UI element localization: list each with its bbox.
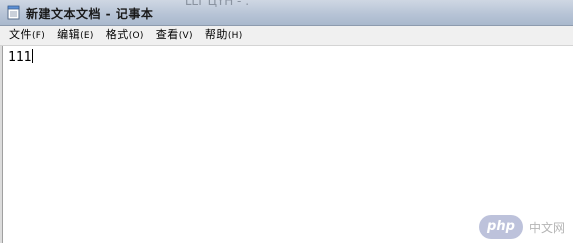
menu-edit-label: 编辑 — [57, 28, 81, 41]
menu-edit-shortcut: (E) — [80, 31, 94, 41]
php-cn-watermark: php 中文网 — [478, 215, 565, 239]
menu-view-shortcut: (V) — [178, 31, 193, 41]
menu-help[interactable]: 帮助(H) — [199, 26, 249, 45]
title-bar[interactable]: ԼLT ЦYН - . 新建文本文档 - 记事本 — [0, 0, 573, 26]
window-title: 新建文本文档 - 记事本 — [26, 7, 154, 21]
menu-help-shortcut: (H) — [227, 31, 243, 41]
text-caret — [32, 49, 34, 63]
menu-view-label: 查看 — [155, 28, 179, 41]
menu-format-shortcut: (O) — [128, 31, 144, 41]
menu-view[interactable]: 查看(V) — [150, 26, 199, 45]
editor-text-line: 111 — [8, 49, 34, 65]
text-editor-area[interactable]: 111 php 中文网 — [2, 46, 573, 243]
menu-file[interactable]: 文件(F) — [0, 26, 51, 45]
editor-content: 111 — [8, 50, 32, 65]
notepad-window: ԼLT ЦYН - . 新建文本文档 - 记事本 文件(F) 编辑(E) 格式(… — [0, 0, 573, 243]
notepad-icon — [7, 5, 20, 20]
menu-bar: 文件(F) 编辑(E) 格式(O) 查看(V) 帮助(H) — [0, 26, 573, 46]
menu-format-label: 格式 — [105, 28, 129, 41]
background-residue-text: ԼLT ЦYН - . — [185, 0, 250, 8]
menu-help-label: 帮助 — [204, 28, 228, 41]
menu-file-shortcut: (F) — [32, 31, 46, 41]
menu-file-label: 文件 — [9, 28, 32, 41]
menu-edit[interactable]: 编辑(E) — [51, 26, 100, 45]
watermark-site-text: 中文网 — [528, 220, 565, 235]
menu-format[interactable]: 格式(O) — [100, 26, 150, 45]
php-logo-icon: php — [478, 215, 523, 239]
